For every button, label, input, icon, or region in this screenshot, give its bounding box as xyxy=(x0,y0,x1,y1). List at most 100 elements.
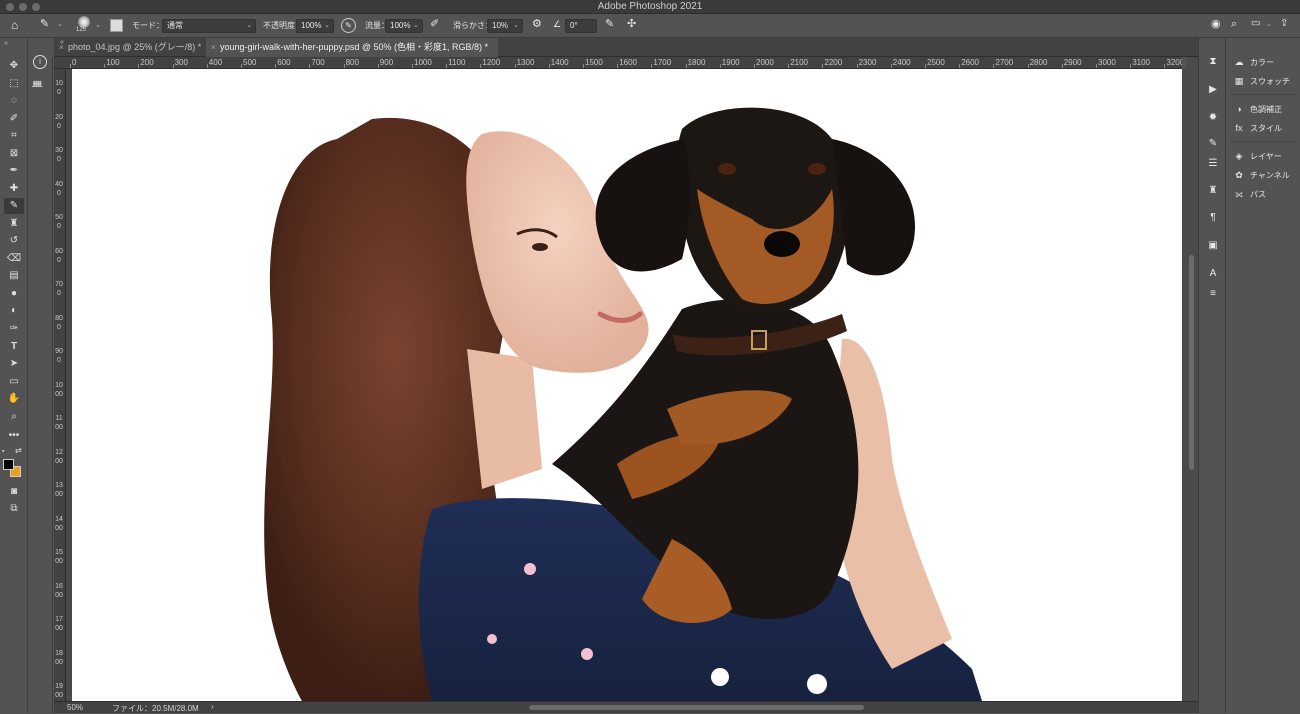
swap-colors-icon[interactable]: ⇄ xyxy=(15,446,22,455)
brush-presets-icon[interactable]: ᚙ xyxy=(32,81,42,92)
panel-swatches[interactable]: ▦ スウォッチ xyxy=(1232,73,1290,89)
ruler-tick xyxy=(104,64,106,68)
ruler-label: 2200 xyxy=(824,58,843,67)
document-tab-active[interactable]: × young-girl-walk-with-her-puppy.psd @ 5… xyxy=(206,38,498,57)
pressure-opacity-icon[interactable]: ✎ xyxy=(341,18,356,33)
lasso-tool-icon[interactable]: ◌ xyxy=(4,93,24,109)
panel-layers[interactable]: ◈ レイヤー xyxy=(1232,148,1282,164)
gear-icon[interactable]: ⚙ xyxy=(532,19,542,30)
history-brush-tool-icon[interactable]: ↺ xyxy=(4,233,24,249)
smoothing-field[interactable]: 10% ⌄ xyxy=(487,19,523,33)
zoom-tool-icon[interactable]: ⌕ xyxy=(4,409,24,425)
move-tool-icon[interactable]: ✥ xyxy=(4,58,24,74)
ruler-label: 1100 xyxy=(55,415,63,431)
ruler-tick xyxy=(719,64,721,68)
clone-stamp-tool-icon[interactable]: ♜ xyxy=(4,216,24,232)
brush-settings-icon[interactable]: ✎ xyxy=(1205,136,1221,152)
window-title: Adobe Photoshop 2021 xyxy=(597,1,703,12)
photo-image xyxy=(264,107,982,701)
chevron-down-icon[interactable]: ⌄ xyxy=(1266,21,1272,28)
character-icon[interactable]: A xyxy=(1205,266,1221,282)
marquee-tool-icon[interactable]: ⬚ xyxy=(4,76,24,92)
panel-color[interactable]: ☁ カラー xyxy=(1232,54,1275,70)
chevron-down-icon[interactable]: ⌄ xyxy=(95,22,101,29)
pressure-size-icon[interactable]: ✎ xyxy=(605,19,614,30)
document-tab[interactable]: × photo_04.jpg @ 25% (グレー/8) * xyxy=(54,38,204,57)
share-icon[interactable]: ⇪ xyxy=(1280,19,1288,29)
dodge-tool-icon[interactable]: ◐ xyxy=(4,303,24,319)
vertical-scroll-thumb[interactable] xyxy=(1189,255,1194,470)
ruler-tick xyxy=(377,64,379,68)
ruler-label: 100 xyxy=(55,80,63,96)
tools-panel: » ✥ ⬚ ◌ ✐ ⌗ ⊠ ✒ ✚ ✎ ♜ ↺ ⌫ ▤ ● ◐ ✑ T ➤ ▭ … xyxy=(0,38,28,713)
blur-tool-icon[interactable]: ● xyxy=(4,286,24,302)
glyphs-adjust-icon[interactable]: ≡ xyxy=(1205,286,1221,302)
type-tool-icon[interactable]: T xyxy=(4,339,24,355)
horizontal-scroll-thumb[interactable] xyxy=(529,705,864,710)
home-icon[interactable]: ⌂ xyxy=(11,19,18,31)
chevron-down-icon[interactable]: ⌄ xyxy=(57,21,63,28)
quick-mask-icon[interactable]: ◙ xyxy=(4,484,24,500)
panel-adjustments[interactable]: ◑ 色調補正 xyxy=(1232,101,1282,117)
workspace-icon[interactable]: ▭ xyxy=(1251,19,1260,29)
document-tab-label: young-girl-walk-with-her-puppy.psd @ 50%… xyxy=(220,42,489,52)
collapse-left-icon[interactable]: « xyxy=(60,39,64,46)
search-icon[interactable]: ⌕ xyxy=(1231,19,1237,30)
panel-channels[interactable]: ✿ チャンネル xyxy=(1232,167,1290,183)
actions-play-icon[interactable]: ▶ xyxy=(1205,82,1221,98)
panel-styles[interactable]: fx スタイル xyxy=(1232,120,1282,136)
healing-brush-tool-icon[interactable]: ✚ xyxy=(4,181,24,197)
angle-field[interactable]: 0° xyxy=(565,19,597,33)
flow-field[interactable]: 100% ⌄ xyxy=(385,19,423,33)
ruler-tick xyxy=(514,64,516,68)
hand-tool-icon[interactable]: ✋ xyxy=(4,391,24,407)
close-tab-icon[interactable]: × xyxy=(211,38,216,57)
ruler-label: 0 xyxy=(72,58,77,67)
quick-selection-tool-icon[interactable]: ✐ xyxy=(4,111,24,127)
title-bar: Adobe Photoshop 2021 xyxy=(0,0,1300,14)
paragraph-icon[interactable]: ¶ xyxy=(1205,210,1221,226)
secondary-tool-strip: i ᚙ xyxy=(28,55,53,713)
vertical-scrollbar[interactable] xyxy=(1186,57,1198,701)
panel-divider xyxy=(1230,94,1296,95)
smoothing-value: 10% xyxy=(492,21,509,30)
status-menu-arrow[interactable]: › xyxy=(211,702,214,711)
frame-tool-icon[interactable]: ⊠ xyxy=(4,146,24,162)
symmetry-icon[interactable]: ✣ xyxy=(627,19,636,30)
styles-icon: fx xyxy=(1235,123,1243,133)
document-tab-bar: × photo_04.jpg @ 25% (グレー/8) * × young-g… xyxy=(54,38,1198,57)
eyedropper-tool-icon[interactable]: ✒ xyxy=(4,163,24,179)
airbrush-icon[interactable]: ✐ xyxy=(430,19,439,30)
eraser-tool-icon[interactable]: ⌫ xyxy=(4,251,24,267)
sliders-icon[interactable]: ☰ xyxy=(1205,156,1221,172)
opacity-field[interactable]: 100% ⌄ xyxy=(296,19,334,33)
screen-mode-icon[interactable]: ⧉ xyxy=(4,501,24,517)
adjust-brightness-icon[interactable]: ✹ xyxy=(1205,110,1221,126)
zoom-level[interactable]: 50% xyxy=(67,703,83,712)
ruler-tick xyxy=(890,64,892,68)
brush-tool-icon[interactable]: ✎ xyxy=(40,19,49,30)
ruler-label: 900 xyxy=(55,348,63,364)
ruler-tick xyxy=(343,64,345,68)
foreground-color-swatch[interactable] xyxy=(3,459,14,470)
panel-paths[interactable]: ⟗ パス xyxy=(1232,186,1266,202)
chevron-down-icon: ⌄ xyxy=(513,22,519,29)
gradient-tool-icon[interactable]: ▤ xyxy=(4,268,24,284)
pen-tool-icon[interactable]: ✑ xyxy=(4,321,24,337)
mode-select[interactable]: 通常 ⌄ xyxy=(162,19,256,33)
properties-icon[interactable]: ▣ xyxy=(1205,238,1221,254)
history-icon[interactable]: ⧗ xyxy=(1205,54,1221,70)
brush-tool-icon[interactable]: ✎ xyxy=(4,198,24,214)
rectangle-tool-icon[interactable]: ▭ xyxy=(4,374,24,390)
path-selection-tool-icon[interactable]: ➤ xyxy=(4,356,24,372)
document-canvas[interactable] xyxy=(72,69,1182,701)
more-tools-icon[interactable]: ••• xyxy=(4,428,24,444)
clone-source-icon[interactable]: ♜ xyxy=(1205,183,1221,199)
crop-tool-icon[interactable]: ⌗ xyxy=(4,128,24,144)
info-icon[interactable]: i xyxy=(33,55,47,69)
brush-settings-panel-icon[interactable] xyxy=(110,19,123,32)
ruler-label: 1700 xyxy=(55,616,63,632)
collapse-toolbar-icon[interactable]: » xyxy=(4,40,8,47)
default-colors-icon[interactable]: ▪ xyxy=(2,448,4,455)
user-icon[interactable]: ◉ xyxy=(1211,19,1221,30)
